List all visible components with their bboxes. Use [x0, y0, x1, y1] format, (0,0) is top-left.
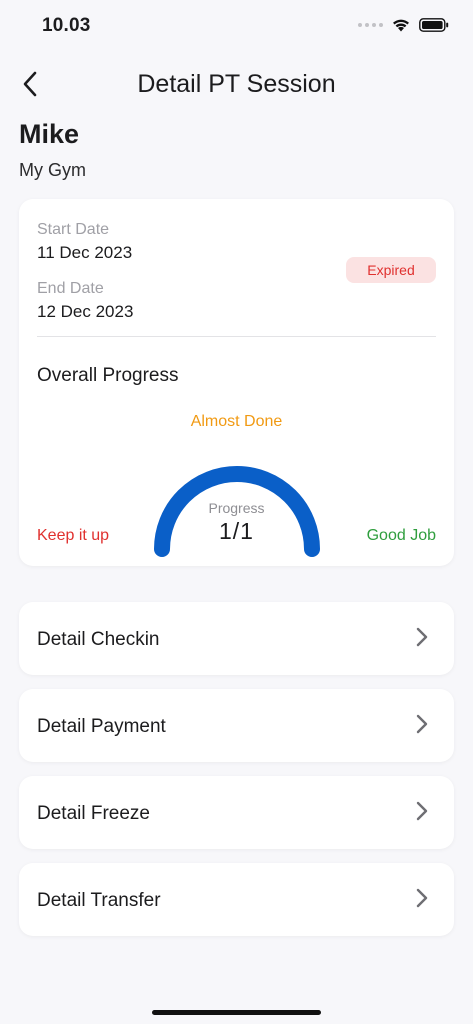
status-bar: 10.03	[0, 0, 473, 50]
member-name: Mike	[19, 119, 80, 149]
divider	[37, 336, 436, 337]
menu-item-label: Detail Checkin	[37, 629, 160, 650]
chevron-right-icon	[416, 714, 428, 734]
progress-heading: Overall Progress	[37, 365, 179, 386]
cellular-signal-icon	[358, 22, 383, 27]
gym-name: My Gym	[19, 160, 86, 180]
end-date-value: 12 Dec 2023	[37, 302, 134, 321]
battery-icon	[419, 17, 449, 32]
chevron-right-icon	[416, 888, 428, 908]
high-progress-label: Good Job	[366, 527, 436, 544]
menu-item-label: Detail Freeze	[37, 803, 150, 824]
menu-item-label: Detail Transfer	[37, 890, 161, 911]
progress-state-label: Almost Done	[190, 413, 283, 430]
low-progress-label: Keep it up	[37, 527, 110, 544]
status-icons	[358, 17, 449, 32]
end-date-label: End Date	[37, 280, 104, 297]
detail-payment-item[interactable]: Detail Payment	[19, 689, 454, 762]
status-time: 10.03	[42, 15, 91, 36]
gauge-caption: Progress	[208, 500, 265, 516]
page-title: Detail PT Session	[137, 70, 336, 98]
home-indicator	[152, 1010, 321, 1015]
nav-bar: Detail PT Session	[0, 60, 473, 110]
chevron-right-icon	[416, 627, 428, 647]
status-badge: Expired	[346, 257, 436, 283]
detail-transfer-item[interactable]: Detail Transfer	[19, 863, 454, 936]
chevron-right-icon	[416, 801, 428, 821]
session-card: Start Date 11 Dec 2023 End Date 12 Dec 2…	[19, 199, 454, 566]
menu-item-label: Detail Payment	[37, 716, 166, 737]
start-date-label: Start Date	[37, 221, 110, 238]
detail-freeze-item[interactable]: Detail Freeze	[19, 776, 454, 849]
detail-checkin-item[interactable]: Detail Checkin	[19, 602, 454, 675]
wifi-icon	[393, 19, 409, 32]
start-date-value: 11 Dec 2023	[37, 243, 133, 262]
